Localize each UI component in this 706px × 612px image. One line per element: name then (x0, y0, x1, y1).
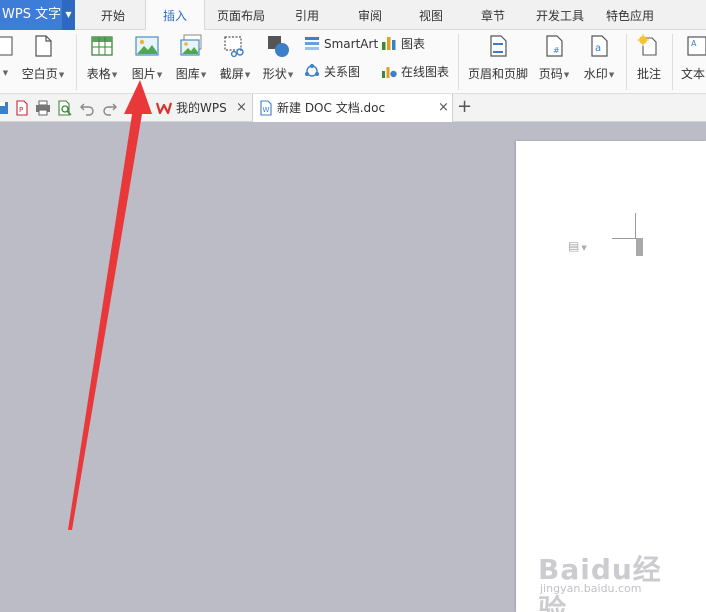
chart-icon (382, 37, 396, 50)
watermark-url: jingyan.baidu.com (540, 582, 642, 595)
screenshot-button[interactable]: 截屏▼ (215, 30, 255, 90)
smartart-icon (305, 37, 319, 50)
ribbon-separator (626, 34, 627, 90)
svg-text:a: a (595, 43, 601, 54)
new-tab-button[interactable]: + (457, 94, 472, 120)
svg-text:P: P (19, 106, 23, 114)
comment-button[interactable]: 批注 (630, 30, 668, 90)
doc-tab-label: 新建 DOC 文档.doc (277, 101, 386, 115)
redo-icon[interactable] (102, 100, 118, 116)
screenshot-icon (224, 36, 244, 58)
page-number-icon: # (546, 35, 563, 57)
close-icon[interactable]: × (438, 94, 449, 122)
chart-label: 图表 (401, 37, 426, 51)
picture-icon (135, 36, 159, 56)
watermark-brand: Baidu经验 (538, 553, 662, 612)
shapes-icon (268, 36, 289, 57)
tab-references[interactable]: 引用 (282, 0, 332, 30)
tab-insert[interactable]: 插入 (145, 0, 205, 31)
table-label: 表格 (86, 67, 111, 81)
quick-access-bar: P 我的WPS × W 新建 DOC 文档.doc × + (0, 94, 706, 122)
watermark-label: 水印 (583, 67, 608, 81)
svg-text:A: A (691, 39, 697, 48)
doc-tab-my-wps[interactable]: 我的WPS × (152, 94, 250, 122)
header-footer-icon (490, 35, 507, 57)
relation-button[interactable]: 关系图 (304, 62, 360, 82)
print-icon[interactable] (35, 100, 51, 116)
text-box-icon: A (687, 36, 706, 56)
baidu-watermark: Baidu经验 jingyan.baidu.com (538, 542, 688, 612)
ribbon-separator (672, 34, 673, 90)
header-footer-label: 页眉和页脚 (467, 67, 528, 81)
text-label: 文本 (681, 67, 706, 81)
print-preview-icon[interactable] (57, 100, 73, 116)
doc-tab-label: 我的WPS (176, 101, 227, 115)
save-icon[interactable] (0, 100, 10, 116)
header-footer-button[interactable]: 页眉和页脚 (464, 30, 532, 90)
wps-logo-icon (156, 102, 172, 115)
picture-label: 图片 (131, 67, 156, 81)
relation-label: 关系图 (324, 65, 361, 79)
shapes-button[interactable]: 形状▼ (258, 30, 298, 90)
comment-icon (637, 34, 657, 56)
gallery-icon (180, 34, 202, 56)
tab-view[interactable]: 视图 (406, 0, 456, 30)
margin-corner-mark (635, 213, 636, 239)
paragraph-layout-icon[interactable]: ▤ ▼ (568, 239, 587, 253)
clipped-button[interactable]: ▼ (0, 30, 14, 90)
blank-page-label: 空白页 (21, 67, 58, 81)
smartart-label: SmartArt (324, 37, 379, 51)
picture-button[interactable]: 图片▼ (127, 30, 167, 90)
doc-tab-document[interactable]: W 新建 DOC 文档.doc × (252, 94, 453, 122)
online-chart-label: 在线图表 (401, 65, 450, 79)
document-workspace[interactable]: ▤ ▼ (0, 123, 706, 612)
gallery-button[interactable]: 图库▼ (171, 30, 211, 90)
relation-icon (305, 64, 319, 77)
document-icon: W (260, 100, 272, 116)
table-button[interactable]: 表格▼ (82, 30, 122, 90)
tab-page-layout[interactable]: 页面布局 (210, 0, 272, 30)
app-menu-dropdown[interactable]: ▼ (62, 0, 75, 30)
page-number-label: 页码 (538, 67, 563, 81)
screenshot-label: 截屏 (219, 67, 244, 81)
margin-corner-mark (612, 238, 636, 239)
export-pdf-icon[interactable]: P (14, 100, 30, 116)
blank-page-button[interactable]: 空白页▼ (16, 30, 70, 90)
smartart-button[interactable]: SmartArt (304, 34, 378, 54)
comment-label: 批注 (636, 67, 661, 81)
tab-special[interactable]: 特色应用 (600, 0, 660, 30)
ribbon: ▼ 空白页▼ 表格▼ 图片▼ 图库▼ 截屏▼ 形状▼ SmartArt 关系图 … (0, 30, 706, 94)
tab-chapter[interactable]: 章节 (468, 0, 518, 30)
blank-page-icon (35, 35, 52, 57)
menu-bar: WPS 文字 ▼ 开始 插入 页面布局 引用 审阅 视图 章节 开发工具 特色应… (0, 0, 706, 31)
svg-text:#: # (553, 46, 560, 55)
online-chart-button[interactable]: 在线图表 (381, 62, 449, 82)
ribbon-separator (458, 34, 459, 90)
watermark-icon: a (591, 35, 608, 57)
app-menu-button[interactable]: WPS 文字 (0, 0, 62, 30)
tab-review[interactable]: 审阅 (345, 0, 395, 30)
close-icon[interactable]: × (236, 94, 247, 122)
page-number-button[interactable]: # 页码▼ (534, 30, 574, 90)
text-button[interactable]: A 文本 (676, 30, 706, 90)
undo-icon[interactable] (79, 100, 95, 116)
online-chart-icon (382, 67, 397, 78)
chart-button[interactable]: 图表 (381, 34, 425, 54)
ribbon-separator (76, 34, 77, 90)
table-icon (91, 36, 113, 56)
tab-home[interactable]: 开始 (88, 0, 138, 30)
text-cursor (636, 238, 643, 256)
watermark-button[interactable]: a 水印▼ (578, 30, 620, 90)
tab-developer[interactable]: 开发工具 (530, 0, 590, 30)
gallery-label: 图库 (175, 67, 200, 81)
svg-text:W: W (263, 106, 270, 114)
shapes-label: 形状 (262, 67, 287, 81)
